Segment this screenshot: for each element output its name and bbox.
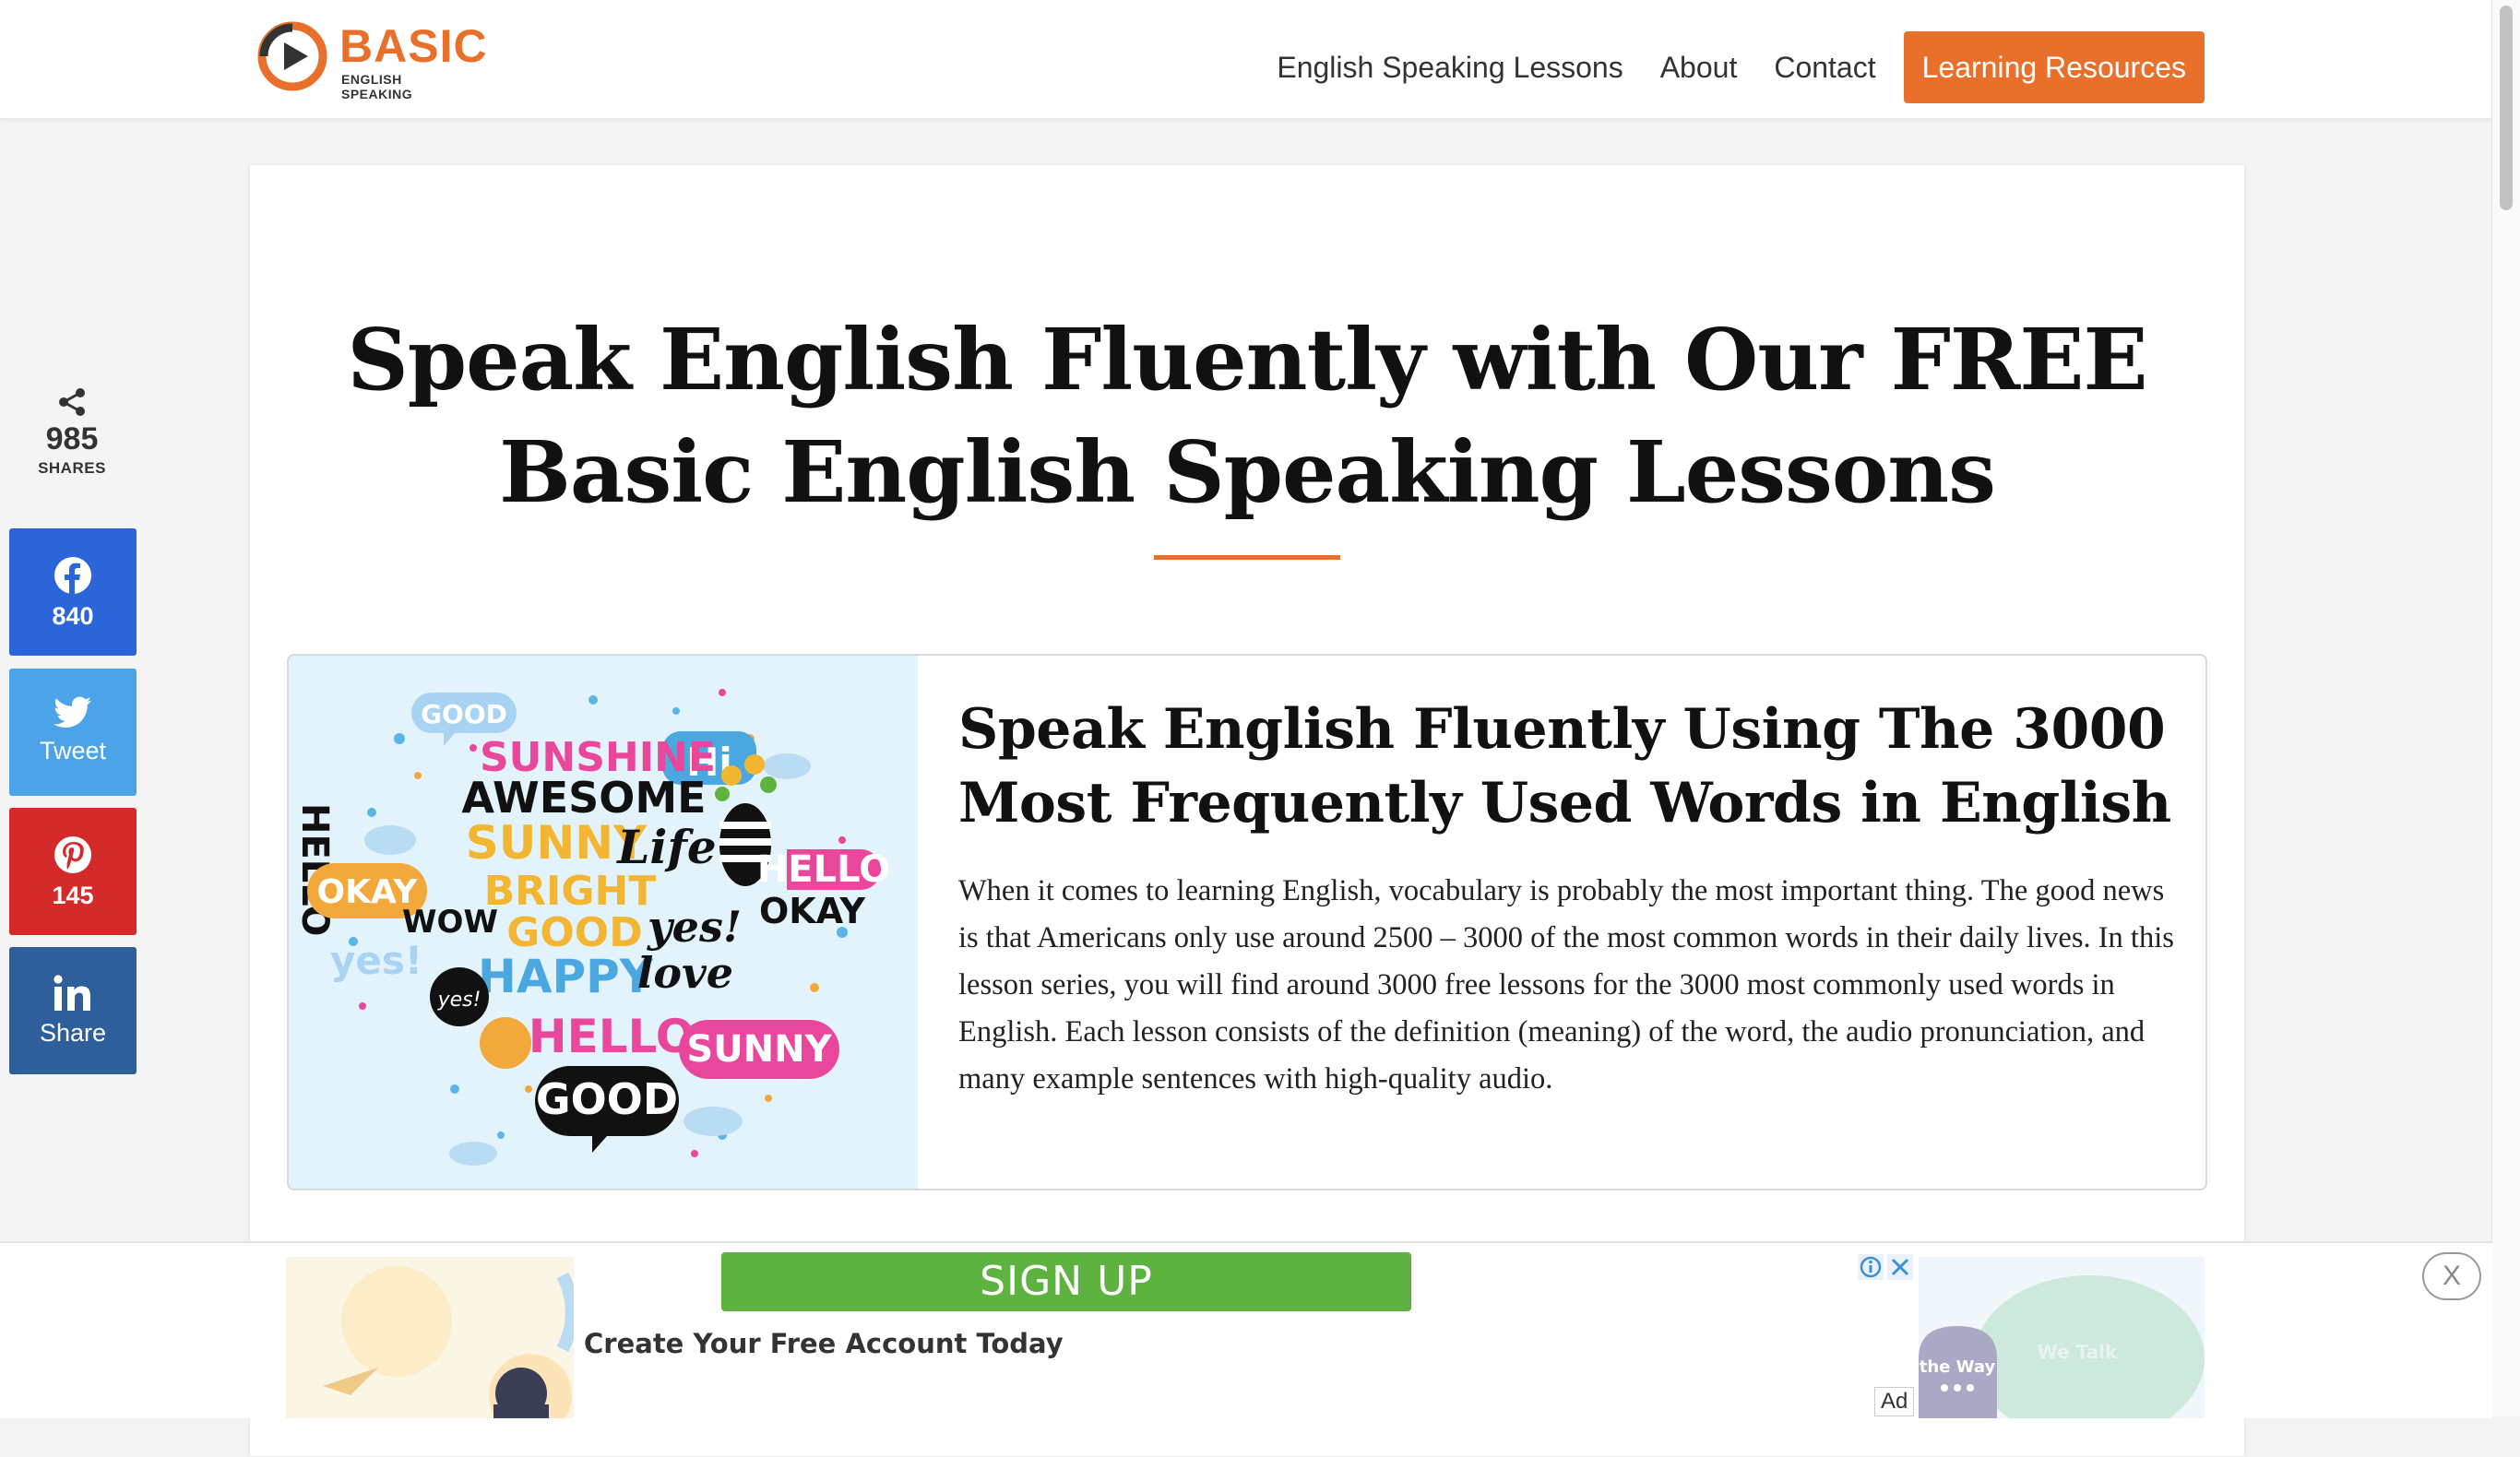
word-hello-pink-lower: HELLO [529, 1010, 695, 1063]
word-good-bubble: GOOD [536, 1074, 678, 1124]
ad-thumbnail-left[interactable] [286, 1257, 574, 1418]
word-cloud-illustration: GOOD Hi SUNSHINE HELLO AWESOME SUNNY Lif… [293, 689, 890, 1166]
word-yes-bubble: yes! [437, 989, 481, 1012]
sunburst-illustration [480, 1017, 531, 1069]
twitter-icon [53, 696, 91, 728]
linkedin-share-label: Share [39, 1019, 107, 1047]
word-love: love [637, 948, 733, 998]
pinterest-icon [54, 836, 91, 873]
word-life: Life [615, 820, 716, 874]
site-logo[interactable]: BASIC ENGLISH SPEAKING [255, 15, 487, 101]
ad-right-text-2: We Talk [2038, 1341, 2118, 1363]
facebook-icon [54, 557, 91, 594]
ad-thumbnail-right[interactable]: the Way We Talk [1919, 1257, 2205, 1418]
twitter-tweet-button[interactable]: Tweet [9, 669, 137, 796]
lesson-image[interactable]: GOOD Hi SUNSHINE HELLO AWESOME SUNNY Lif… [289, 656, 918, 1189]
logo-subtitle: ENGLISH SPEAKING [341, 72, 413, 101]
site-header: BASIC ENGLISH SPEAKING English Speaking … [0, 0, 2492, 119]
title-divider [1154, 555, 1340, 560]
ad-tagline[interactable]: Create Your Free Account Today [584, 1328, 1064, 1359]
lesson-title[interactable]: Speak English Fluently Using The 3000 Mo… [958, 693, 2176, 840]
play-logo-icon [257, 21, 327, 91]
word-yes-blue: yes! [330, 938, 422, 983]
word-sunny-pink: SUNNY [686, 1028, 832, 1071]
ad-signup-button[interactable]: SIGN UP [721, 1252, 1411, 1311]
pinterest-share-button[interactable]: 145 [9, 808, 137, 935]
linkedin-icon [53, 975, 90, 1011]
facebook-share-count: 840 [52, 602, 94, 630]
word-hello-pink: HELLO [757, 848, 890, 891]
pinterest-share-count: 145 [52, 882, 94, 909]
lesson-description: When it comes to learning English, vocab… [958, 874, 2174, 1096]
word-yes-italic: yes! [647, 902, 742, 952]
ad-illustration-right: the Way We Talk [1919, 1275, 2205, 1418]
share-total-label: SHARES [38, 459, 106, 477]
linkedin-share-button[interactable]: Share [9, 947, 137, 1074]
page-scrollbar[interactable] [2491, 0, 2520, 1416]
twitter-tweet-label: Tweet [39, 737, 107, 764]
word-awesome: AWESOME [461, 773, 706, 823]
word-good-top: GOOD [421, 699, 507, 729]
adchoices-icon[interactable] [1858, 1254, 1913, 1280]
logo-title: BASIC [339, 20, 488, 72]
scrollbar-thumb[interactable] [2500, 6, 2513, 210]
main-nav: English Speaking Lessons About Contact L… [1240, 31, 2205, 103]
share-total-count: 985 [45, 421, 99, 456]
ad-close-button[interactable]: X [2422, 1252, 2481, 1300]
ad-banner[interactable]: SIGN UP Create Your Free Account Today t… [0, 1241, 2492, 1418]
lesson-card[interactable]: GOOD Hi SUNSHINE HELLO AWESOME SUNNY Lif… [287, 654, 2207, 1190]
nav-english-speaking-lessons[interactable]: English Speaking Lessons [1277, 49, 1623, 86]
nav-about[interactable]: About [1660, 49, 1738, 86]
word-okay-vertical: OKAY [759, 891, 866, 931]
share-icon [59, 388, 85, 416]
ad-illustration-left [323, 1266, 574, 1418]
page-title: Speak English Fluently with Our FREE Bas… [347, 310, 2147, 522]
ad-right-text-1: the Way [1920, 1357, 1996, 1377]
share-total: 985 SHARES [9, 387, 135, 478]
nav-contact[interactable]: Contact [1774, 49, 1875, 86]
word-happy: HAPPY [478, 950, 654, 1003]
ad-label: Ad [1874, 1387, 1915, 1416]
word-bright: BRIGHT [484, 868, 657, 915]
facebook-share-button[interactable]: 840 [9, 528, 137, 656]
nav-learning-resources-button[interactable]: Learning Resources [1903, 31, 2205, 103]
